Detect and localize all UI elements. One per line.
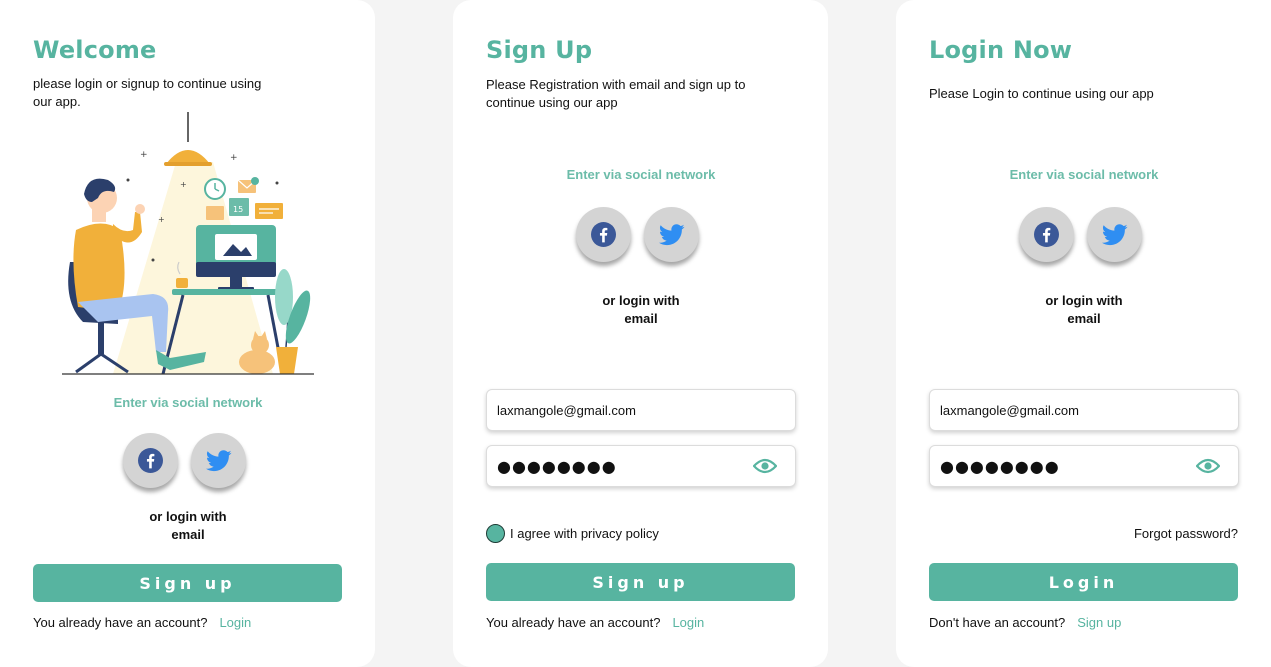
or-login-with-email: or login with email [1045, 293, 1123, 326]
workspace-illustration: + + + + 15 [62, 112, 314, 375]
or-login-with-email: or login with email [149, 509, 227, 542]
email-value: laxmangole@gmail.com [940, 402, 1079, 418]
sign-up-button[interactable]: Sign up [33, 564, 342, 602]
signup-card: Sign Up Please Registration with email a… [453, 0, 828, 667]
login-link[interactable]: Login [672, 615, 704, 630]
facebook-icon [591, 222, 616, 247]
footer: You already have an account? Login [486, 615, 704, 630]
svg-text:+: + [140, 150, 148, 160]
eye-icon[interactable] [753, 458, 777, 474]
footer: You already have an account? Login [33, 615, 251, 630]
footer-text: You already have an account? [33, 615, 208, 630]
svg-text:+: + [180, 180, 187, 189]
welcome-card: Welcome please login or signup to contin… [0, 0, 375, 667]
svg-text:+: + [158, 215, 165, 224]
login-link[interactable]: Login [219, 615, 251, 630]
svg-text:15: 15 [233, 205, 243, 214]
footer-text: Don't have an account? [929, 615, 1066, 630]
welcome-title: Welcome [33, 36, 157, 64]
agree-radio[interactable] [486, 524, 505, 543]
sign-up-button[interactable]: Sign up [486, 563, 795, 601]
sign-up-link[interactable]: Sign up [1077, 615, 1121, 630]
twitter-button[interactable] [1087, 207, 1142, 262]
signup-subtitle: Please Registration with email and sign … [486, 77, 746, 110]
welcome-subtitle: please login or signup to continue using… [33, 76, 262, 109]
password-field[interactable]: ●●●●●●●● [929, 445, 1239, 487]
facebook-button[interactable] [1019, 207, 1074, 262]
agree-label: I agree with privacy policy [510, 526, 659, 541]
social-network-label: Enter via social network [566, 167, 716, 182]
login-card: Login Now Please Login to continue using… [896, 0, 1271, 667]
email-value: laxmangole@gmail.com [497, 402, 636, 418]
twitter-button[interactable] [191, 433, 246, 488]
twitter-icon [205, 449, 232, 471]
facebook-icon [1034, 222, 1059, 247]
facebook-button[interactable] [123, 433, 178, 488]
facebook-button[interactable] [576, 207, 631, 262]
forgot-password-link[interactable]: Forgot password? [1134, 526, 1238, 541]
password-field[interactable]: ●●●●●●●● [486, 445, 796, 487]
social-network-label: Enter via social network [113, 395, 263, 410]
password-value: ●●●●●●●● [940, 456, 1060, 476]
eye-icon[interactable] [1196, 458, 1220, 474]
footer: Don't have an account? Sign up [929, 615, 1121, 630]
email-field[interactable]: laxmangole@gmail.com [929, 389, 1239, 431]
password-value: ●●●●●●●● [497, 456, 617, 476]
signup-title: Sign Up [486, 36, 593, 64]
login-button[interactable]: Login [929, 563, 1238, 601]
svg-text:+: + [230, 153, 238, 163]
or-login-with-email: or login with email [602, 293, 680, 326]
twitter-icon [658, 223, 685, 245]
social-network-label: Enter via social network [1009, 167, 1159, 182]
privacy-agreement[interactable]: I agree with privacy policy [486, 524, 659, 543]
login-subtitle: Please Login to continue using our app [929, 86, 1154, 101]
twitter-icon [1101, 223, 1128, 245]
email-field[interactable]: laxmangole@gmail.com [486, 389, 796, 431]
footer-text: You already have an account? [486, 615, 661, 630]
login-title: Login Now [929, 36, 1073, 64]
facebook-icon [138, 448, 163, 473]
twitter-button[interactable] [644, 207, 699, 262]
